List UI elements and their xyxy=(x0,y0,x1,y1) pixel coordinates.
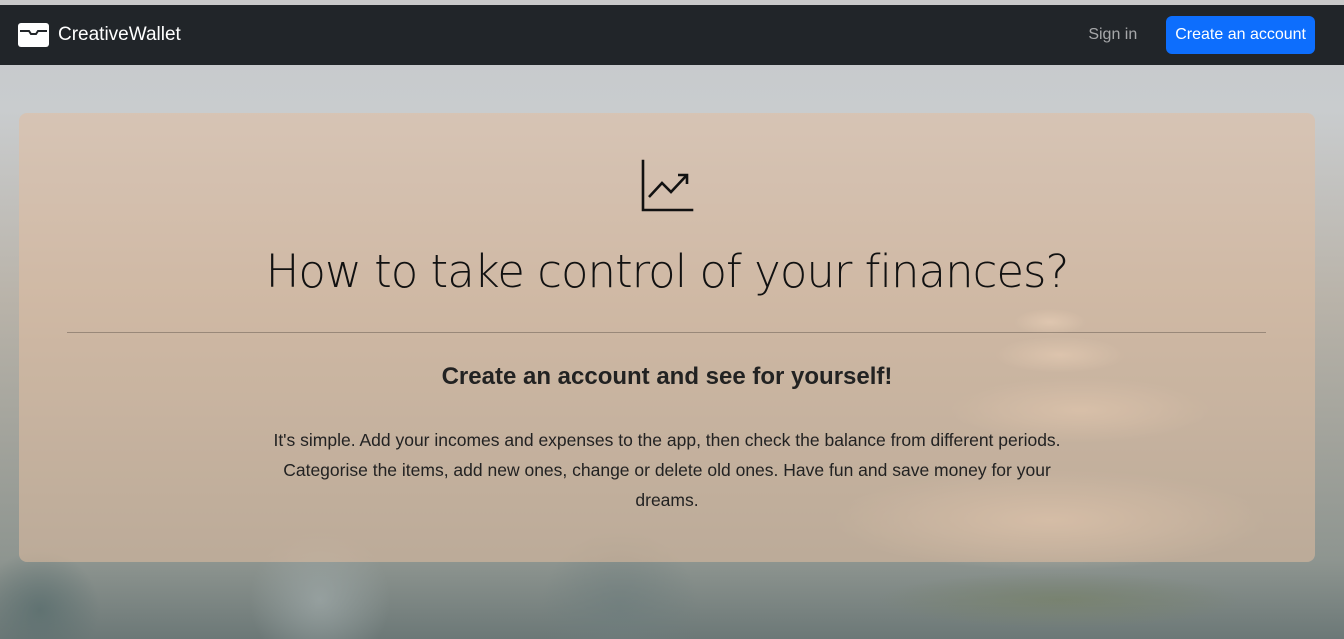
hero-subheadline: Create an account and see for yourself! xyxy=(441,363,893,390)
brand-link[interactable]: CreativeWallet xyxy=(18,23,181,47)
top-navbar: CreativeWallet Sign in Create an account xyxy=(0,5,1344,65)
hero-divider xyxy=(67,332,1266,333)
create-account-button[interactable]: Create an account xyxy=(1166,16,1315,54)
graph-up-arrow-icon xyxy=(641,159,694,212)
hero-headline: How to take control of your finances? xyxy=(265,245,1070,298)
hero-card: How to take control of your finances? Cr… xyxy=(19,113,1315,562)
wallet-icon xyxy=(18,23,49,47)
nav-actions: Sign in Create an account xyxy=(1088,16,1315,54)
hero-description: It's simple. Add your incomes and expens… xyxy=(273,430,1061,510)
brand-name: CreativeWallet xyxy=(58,24,181,45)
sign-in-link[interactable]: Sign in xyxy=(1088,26,1137,44)
